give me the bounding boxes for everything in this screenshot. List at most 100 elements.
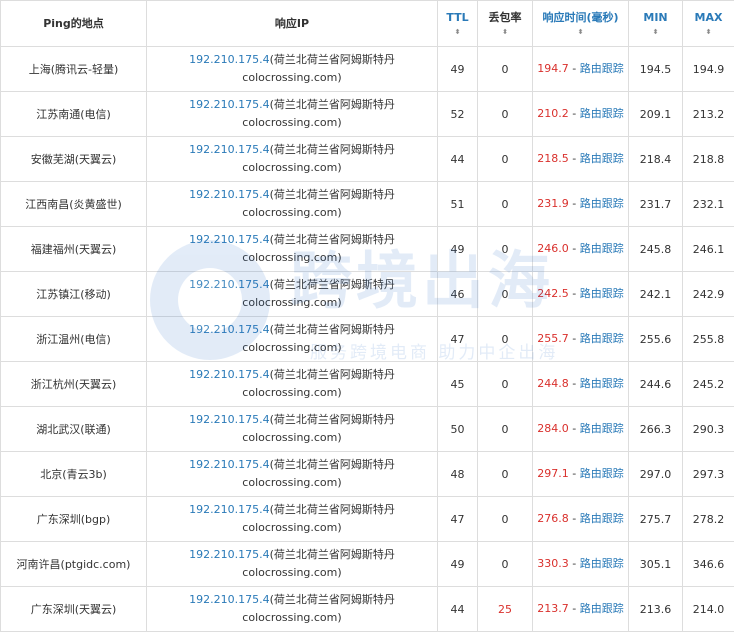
ping-results-table: Ping的地点 响应IP TTL⬍ 丢包率⬍ 响应时间(毫秒)⬍ MIN⬍ MA… [0,0,734,632]
route-trace-link[interactable]: 路由跟踪 [580,287,624,300]
loss-cell: 0 [478,497,533,542]
route-trace-link[interactable]: 路由跟踪 [580,512,624,525]
sort-icon[interactable]: ⬍ [438,28,477,36]
max-cell: 255.8 [683,317,734,362]
table-row: 江苏南通(电信)192.210.175.4(荷兰北荷兰省阿姆斯特丹colocro… [1,92,734,137]
column-header-loss[interactable]: 丢包率⬍ [478,1,533,47]
ip-cell: 192.210.175.4(荷兰北荷兰省阿姆斯特丹colocrossing.co… [147,227,438,272]
route-trace-link[interactable]: 路由跟踪 [580,602,624,615]
column-header-location: Ping的地点 [1,1,147,47]
ip-link[interactable]: 192.210.175.4 [189,323,269,336]
response-time-cell: 276.8 - 路由跟踪 [533,497,629,542]
column-header-max[interactable]: MAX⬍ [683,1,734,47]
loss-cell: 25 [478,587,533,632]
ip-link[interactable]: 192.210.175.4 [189,548,269,561]
sort-icon[interactable]: ⬍ [629,28,682,36]
ip-link[interactable]: 192.210.175.4 [189,53,269,66]
ttl-cell: 45 [438,362,478,407]
response-time-cell: 244.8 - 路由跟踪 [533,362,629,407]
sort-icon[interactable]: ⬍ [683,28,734,36]
sort-icon[interactable]: ⬍ [533,28,628,36]
loss-cell: 0 [478,137,533,182]
max-cell: 242.9 [683,272,734,317]
max-cell: 213.2 [683,92,734,137]
ttl-cell: 52 [438,92,478,137]
ip-host: colocrossing.com) [242,116,341,129]
route-trace-link[interactable]: 路由跟踪 [580,557,624,570]
ip-cell: 192.210.175.4(荷兰北荷兰省阿姆斯特丹colocrossing.co… [147,452,438,497]
min-cell: 213.6 [629,587,683,632]
table-row: 浙江温州(电信)192.210.175.4(荷兰北荷兰省阿姆斯特丹colocro… [1,317,734,362]
location-cell: 安徽芜湖(天翼云) [1,137,147,182]
ip-host: colocrossing.com) [242,386,341,399]
max-cell: 232.1 [683,182,734,227]
column-header-min[interactable]: MIN⬍ [629,1,683,47]
max-cell: 297.3 [683,452,734,497]
table-row: 北京(青云3b)192.210.175.4(荷兰北荷兰省阿姆斯特丹colocro… [1,452,734,497]
table-row: 河南许昌(ptgidc.com)192.210.175.4(荷兰北荷兰省阿姆斯特… [1,542,734,587]
table-row: 湖北武汉(联通)192.210.175.4(荷兰北荷兰省阿姆斯特丹colocro… [1,407,734,452]
route-trace-link[interactable]: 路由跟踪 [580,467,624,480]
min-cell: 275.7 [629,497,683,542]
table-row: 上海(腾讯云-轻量)192.210.175.4(荷兰北荷兰省阿姆斯特丹coloc… [1,47,734,92]
table-row: 浙江杭州(天翼云)192.210.175.4(荷兰北荷兰省阿姆斯特丹colocr… [1,362,734,407]
response-time-cell: 242.5 - 路由跟踪 [533,272,629,317]
location-cell: 江西南昌(炎黄盛世) [1,182,147,227]
ip-link[interactable]: 192.210.175.4 [189,413,269,426]
loss-cell: 0 [478,317,533,362]
min-cell: 218.4 [629,137,683,182]
route-trace-link[interactable]: 路由跟踪 [580,62,624,75]
ip-geo: (荷兰北荷兰省阿姆斯特丹 [270,323,395,336]
location-cell: 北京(青云3b) [1,452,147,497]
route-trace-link[interactable]: 路由跟踪 [580,107,624,120]
column-header-response-time[interactable]: 响应时间(毫秒)⬍ [533,1,629,47]
ip-host: colocrossing.com) [242,161,341,174]
ip-host: colocrossing.com) [242,431,341,444]
route-trace-link[interactable]: 路由跟踪 [580,152,624,165]
ip-link[interactable]: 192.210.175.4 [189,278,269,291]
ip-host: colocrossing.com) [242,296,341,309]
ip-link[interactable]: 192.210.175.4 [189,143,269,156]
response-time-cell: 297.1 - 路由跟踪 [533,452,629,497]
ttl-cell: 49 [438,227,478,272]
sort-icon[interactable]: ⬍ [478,28,532,36]
ip-cell: 192.210.175.4(荷兰北荷兰省阿姆斯特丹colocrossing.co… [147,362,438,407]
max-cell: 290.3 [683,407,734,452]
loss-cell: 0 [478,182,533,227]
response-time-cell: 246.0 - 路由跟踪 [533,227,629,272]
ip-link[interactable]: 192.210.175.4 [189,233,269,246]
ip-geo: (荷兰北荷兰省阿姆斯特丹 [270,548,395,561]
response-time-value: 213.7 [537,602,569,615]
response-time-value: 255.7 [537,332,569,345]
min-cell: 245.8 [629,227,683,272]
ip-link[interactable]: 192.210.175.4 [189,593,269,606]
route-trace-link[interactable]: 路由跟踪 [580,377,624,390]
response-time-cell: 255.7 - 路由跟踪 [533,317,629,362]
ip-geo: (荷兰北荷兰省阿姆斯特丹 [270,233,395,246]
location-cell: 江苏南通(电信) [1,92,147,137]
route-trace-link[interactable]: 路由跟踪 [580,197,624,210]
ip-link[interactable]: 192.210.175.4 [189,503,269,516]
route-trace-link[interactable]: 路由跟踪 [580,332,624,345]
ip-geo: (荷兰北荷兰省阿姆斯特丹 [270,143,395,156]
min-cell: 242.1 [629,272,683,317]
ip-cell: 192.210.175.4(荷兰北荷兰省阿姆斯特丹colocrossing.co… [147,317,438,362]
ip-host: colocrossing.com) [242,611,341,624]
ip-link[interactable]: 192.210.175.4 [189,188,269,201]
route-trace-link[interactable]: 路由跟踪 [580,422,624,435]
column-header-ttl[interactable]: TTL⬍ [438,1,478,47]
ttl-cell: 50 [438,407,478,452]
ip-link[interactable]: 192.210.175.4 [189,368,269,381]
loss-cell: 0 [478,542,533,587]
min-cell: 194.5 [629,47,683,92]
location-cell: 江苏镇江(移动) [1,272,147,317]
ip-cell: 192.210.175.4(荷兰北荷兰省阿姆斯特丹 colocrossing.co… [147,137,438,182]
route-trace-link[interactable]: 路由跟踪 [580,242,624,255]
loss-cell: 0 [478,92,533,137]
ip-host: colocrossing.com) [242,71,341,84]
loss-cell: 0 [478,407,533,452]
ttl-cell: 47 [438,497,478,542]
ttl-cell: 47 [438,317,478,362]
ip-link[interactable]: 192.210.175.4 [189,98,269,111]
ip-link[interactable]: 192.210.175.4 [189,458,269,471]
